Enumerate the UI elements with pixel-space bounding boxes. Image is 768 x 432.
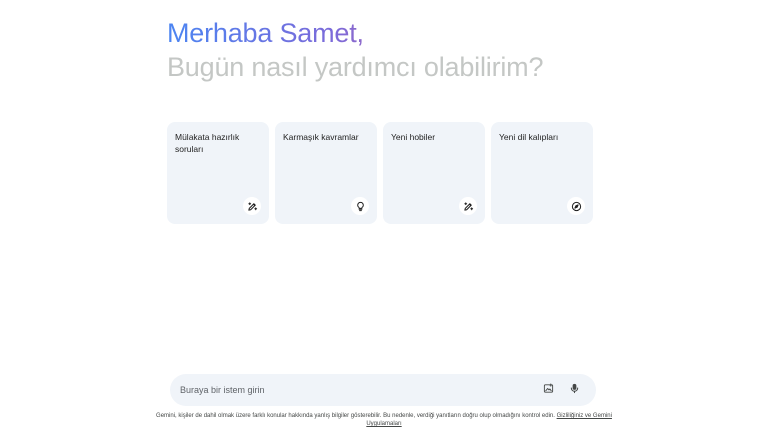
greeting-hello: Merhaba Samet, (167, 16, 543, 50)
card-label: Yeni hobiler (391, 132, 436, 142)
card-label: Mülakata hazırlık soruları (175, 132, 240, 154)
suggestion-card-hobbies[interactable]: Yeni hobiler (383, 122, 485, 224)
lightbulb-icon (351, 197, 369, 215)
image-upload-icon (543, 381, 554, 399)
edit-sparkle-icon (243, 197, 261, 215)
mic-icon (569, 381, 580, 399)
suggestion-card-concepts[interactable]: Karmaşık kavramlar (275, 122, 377, 224)
suggestion-card-language[interactable]: Yeni dil kalıpları (491, 122, 593, 224)
greeting-subtitle: Bugün nasıl yardımcı olabilirim? (167, 52, 544, 82)
card-label: Yeni dil kalıpları (499, 132, 559, 142)
greeting: Merhaba Samet, Bugün nasıl yardımcı olab… (167, 16, 543, 84)
card-label: Karmaşık kavramlar (283, 132, 359, 142)
edit-sparkle-icon (459, 197, 477, 215)
suggestion-cards: Mülakata hazırlık soruları Karmaşık kavr… (167, 122, 593, 224)
prompt-input[interactable] (180, 385, 532, 395)
image-upload-button[interactable] (538, 380, 558, 400)
gemini-home: Merhaba Samet, Bugün nasıl yardımcı olab… (0, 0, 768, 432)
compass-icon (567, 197, 585, 215)
suggestion-card-interview[interactable]: Mülakata hazırlık soruları (167, 122, 269, 224)
disclaimer: Gemini, kişiler de dahil olmak üzere far… (150, 412, 618, 428)
prompt-bar (170, 374, 596, 406)
microphone-button[interactable] (564, 380, 584, 400)
disclaimer-text: Gemini, kişiler de dahil olmak üzere far… (156, 413, 555, 419)
